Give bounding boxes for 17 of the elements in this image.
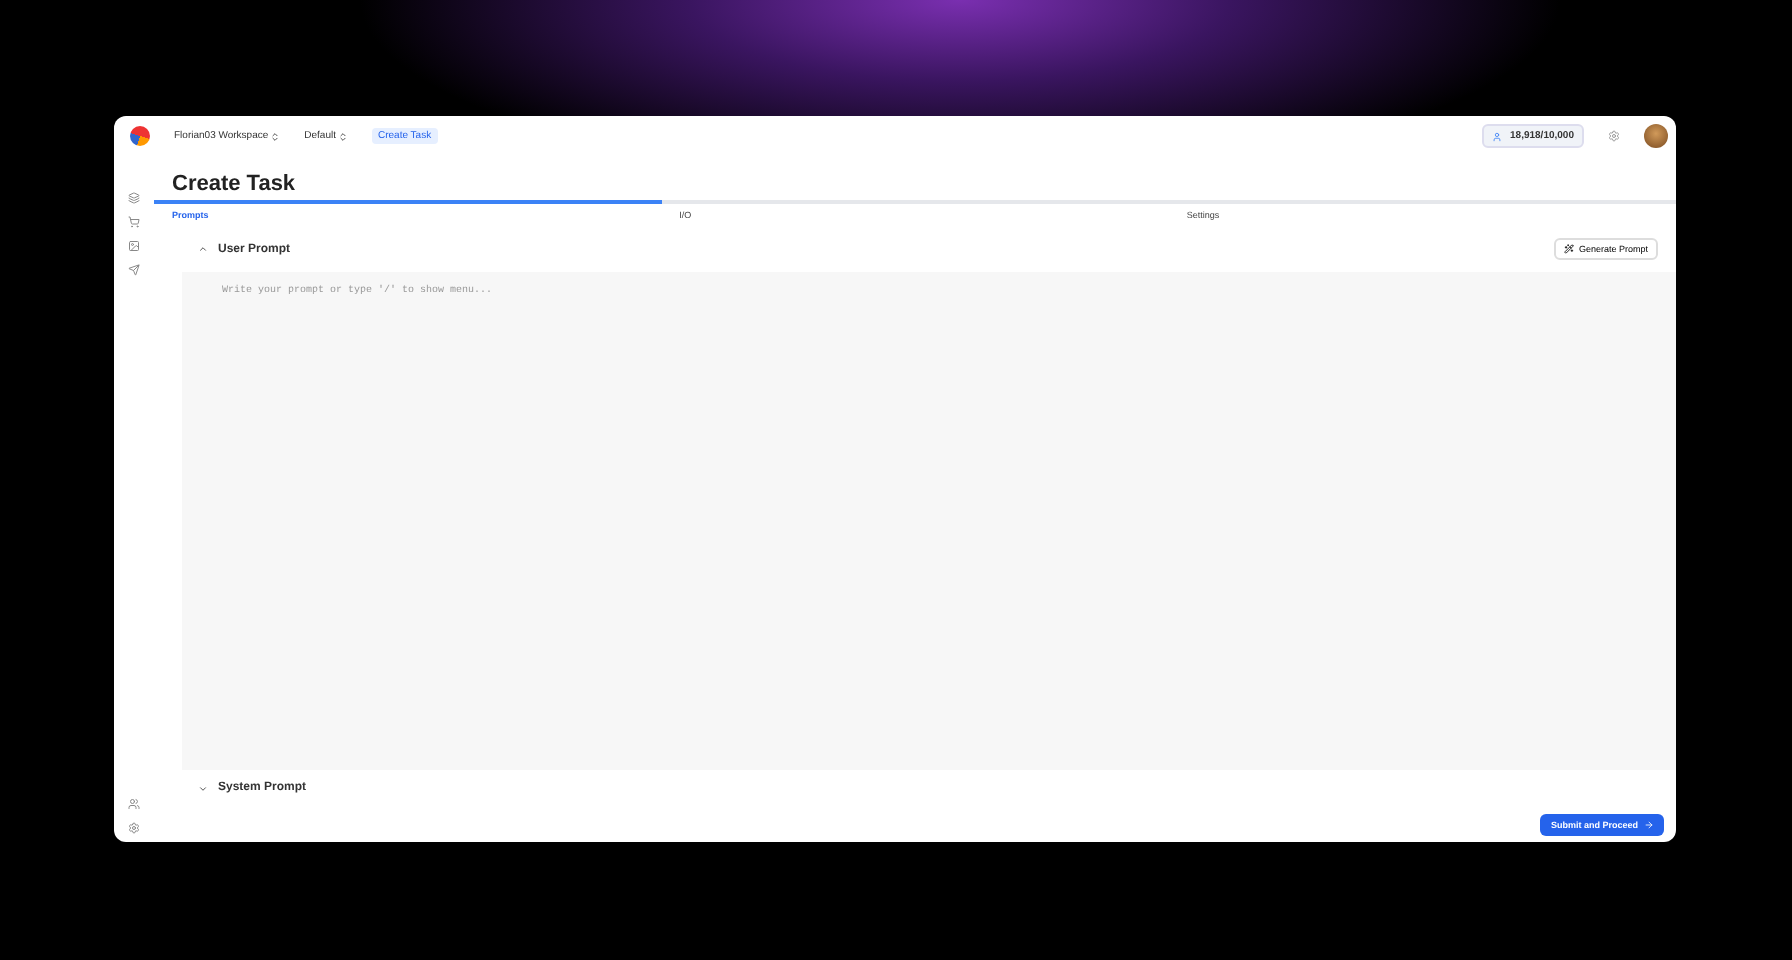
arrow-right-icon [1644,820,1654,830]
team-icon[interactable] [128,798,140,810]
cart-icon[interactable] [128,216,140,228]
page-title: Create Task [170,170,298,200]
chevron-up-icon[interactable] [198,244,208,254]
chevron-down-icon[interactable] [198,783,208,793]
layers-icon[interactable] [128,192,140,204]
chevrons-icon [270,131,281,141]
settings-icon[interactable] [1608,130,1620,142]
logo-icon [130,126,150,146]
chevrons-icon [338,131,348,141]
image-icon[interactable] [128,240,140,252]
send-icon[interactable] [128,264,140,276]
user-icon [1492,131,1503,141]
settings-icon[interactable] [128,822,140,834]
wand-icon [1564,244,1575,254]
avatar[interactable] [1644,124,1668,148]
